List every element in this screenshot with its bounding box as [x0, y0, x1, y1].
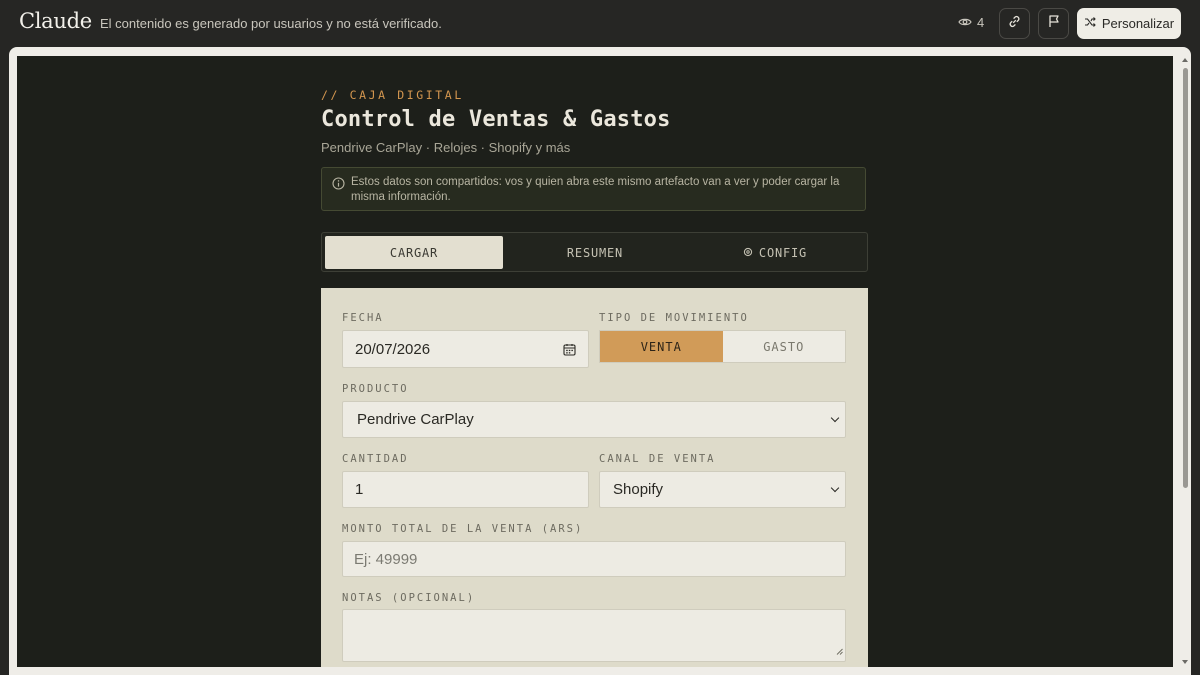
copy-link-button[interactable]	[999, 8, 1030, 39]
tipo-venta-option[interactable]: VENTA	[600, 331, 723, 362]
tab-config[interactable]: CONFIG	[685, 236, 865, 269]
tab-cargar[interactable]: CARGAR	[325, 236, 503, 269]
producto-select[interactable]: Pendrive CarPlay	[342, 401, 846, 438]
gear-icon	[743, 246, 753, 260]
producto-label: PRODUCTO	[342, 383, 409, 395]
calendar-icon[interactable]	[563, 343, 576, 360]
tipo-toggle: VENTA GASTO	[599, 330, 846, 363]
tab-resumen[interactable]: RESUMEN	[505, 236, 685, 269]
chevron-down-icon	[830, 483, 840, 493]
tab-resumen-label: RESUMEN	[566, 245, 624, 260]
user-generated-notice: El contenido es generado por usuarios y …	[100, 16, 442, 31]
cantidad-label: CANTIDAD	[342, 453, 409, 465]
customize-label: Personalizar	[1101, 16, 1175, 31]
tipo-label: TIPO DE MOVIMIENTO	[599, 312, 749, 324]
report-button[interactable]	[1038, 8, 1069, 39]
cantidad-value: 1	[355, 481, 364, 498]
link-icon	[1007, 14, 1022, 34]
notas-label: NOTAS (OPCIONAL)	[342, 592, 476, 604]
producto-value: Pendrive CarPlay	[357, 411, 474, 428]
notas-textarea[interactable]	[342, 609, 846, 662]
tipo-gasto-option[interactable]: GASTO	[723, 331, 846, 362]
tab-bar: CARGAR RESUMEN CONFIG	[321, 232, 868, 272]
entry-form: FECHA 20/07/2026 TIPO DE MOVIMIENTO VENT…	[321, 288, 868, 667]
top-bar: Claude El contenido es generado por usua…	[0, 0, 1200, 46]
view-count: 4	[958, 15, 984, 30]
customize-button[interactable]: Personalizar	[1077, 8, 1181, 39]
fecha-label: FECHA	[342, 312, 384, 324]
canal-select[interactable]: Shopify	[599, 471, 846, 508]
app-eyebrow: // CAJA DIGITAL	[321, 88, 464, 102]
resize-handle-icon[interactable]	[836, 642, 843, 659]
scrollbar-thumb[interactable]	[1183, 68, 1188, 488]
fecha-input[interactable]: 20/07/2026	[342, 330, 589, 368]
info-icon	[332, 177, 345, 195]
shuffle-icon	[1084, 16, 1096, 31]
scroll-down-arrow[interactable]	[1182, 660, 1188, 664]
canal-value: Shopify	[613, 481, 664, 498]
monto-label: MONTO TOTAL DE LA VENTA (ARS)	[342, 523, 584, 535]
fecha-value: 20/07/2026	[355, 340, 431, 358]
view-count-value: 4	[977, 15, 985, 30]
monto-placeholder: Ej: 49999	[354, 550, 418, 568]
page-subtitle: Pendrive CarPlay · Relojes · Shopify y m…	[321, 140, 571, 155]
shared-data-notice-text: Estos datos son compartidos: vos y quien…	[351, 176, 840, 203]
chevron-down-icon	[830, 413, 840, 423]
tab-config-label: CONFIG	[758, 245, 808, 260]
cantidad-input[interactable]: 1	[342, 471, 589, 508]
scroll-up-arrow[interactable]	[1182, 58, 1188, 62]
artifact-canvas: // CAJA DIGITAL Control de Ventas & Gast…	[17, 56, 1173, 667]
scrollbar[interactable]	[1181, 56, 1190, 667]
tab-cargar-label: CARGAR	[389, 245, 439, 260]
brand-logo[interactable]: Claude	[19, 9, 92, 33]
canal-label: CANAL DE VENTA	[599, 453, 716, 465]
eye-icon	[958, 15, 972, 30]
flag-icon	[1047, 14, 1061, 33]
page-title: Control de Ventas & Gastos	[321, 107, 671, 132]
monto-input[interactable]: Ej: 49999	[342, 541, 846, 577]
shared-data-notice: Estos datos son compartidos: vos y quien…	[321, 167, 866, 211]
